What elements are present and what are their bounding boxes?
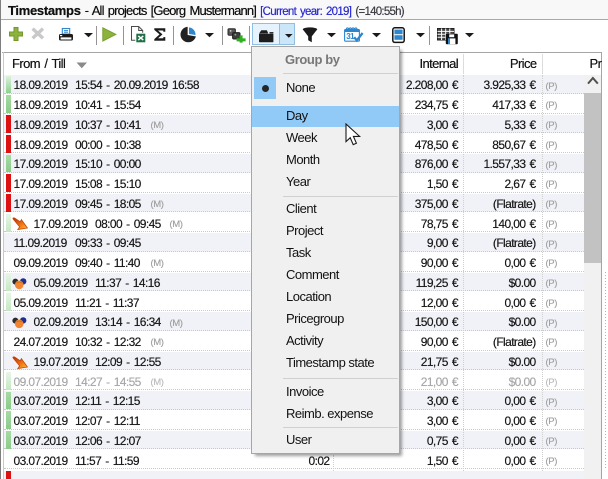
svg-text:31: 31: [346, 32, 355, 41]
